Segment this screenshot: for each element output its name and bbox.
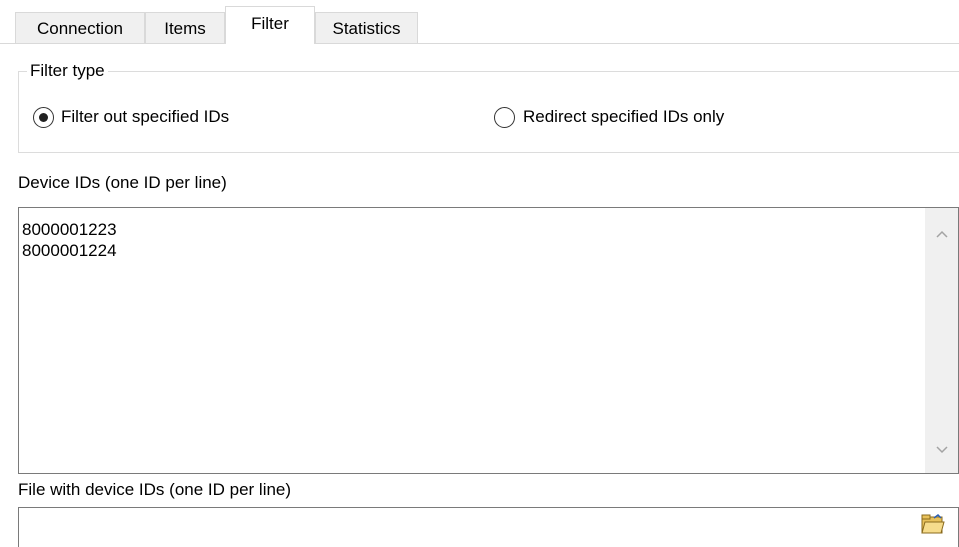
tab-filter[interactable]: Filter <box>225 6 315 44</box>
file-ids-label: File with device IDs (one ID per line) <box>18 480 292 499</box>
radio-selected-dot <box>39 113 48 122</box>
tab-connection[interactable]: Connection <box>15 12 145 43</box>
tab-strip: Connection Items Filter Statistics <box>0 0 959 44</box>
filter-out-label[interactable]: Filter out specified IDs <box>61 105 229 129</box>
device-ids-content: 8000001223 8000001224 <box>22 219 117 261</box>
tab-items[interactable]: Items <box>145 12 225 43</box>
vertical-scrollbar[interactable] <box>925 208 958 473</box>
scroll-down-arrow-icon[interactable] <box>925 434 958 467</box>
device-id-line: 8000001224 <box>22 241 117 260</box>
redirect-only-label[interactable]: Redirect specified IDs only <box>523 105 724 129</box>
file-path-input[interactable] <box>18 507 959 547</box>
folder-open-icon[interactable] <box>921 513 945 535</box>
filter-out-radio[interactable] <box>33 107 54 128</box>
redirect-only-radio[interactable] <box>494 107 515 128</box>
scroll-up-arrow-icon[interactable] <box>925 218 958 251</box>
device-ids-label: Device IDs (one ID per line) <box>18 173 227 192</box>
device-id-line: 8000001223 <box>22 220 117 239</box>
tab-statistics[interactable]: Statistics <box>315 12 418 43</box>
device-ids-textarea[interactable]: 8000001223 8000001224 <box>18 207 959 474</box>
filter-type-title: Filter type <box>27 59 108 83</box>
